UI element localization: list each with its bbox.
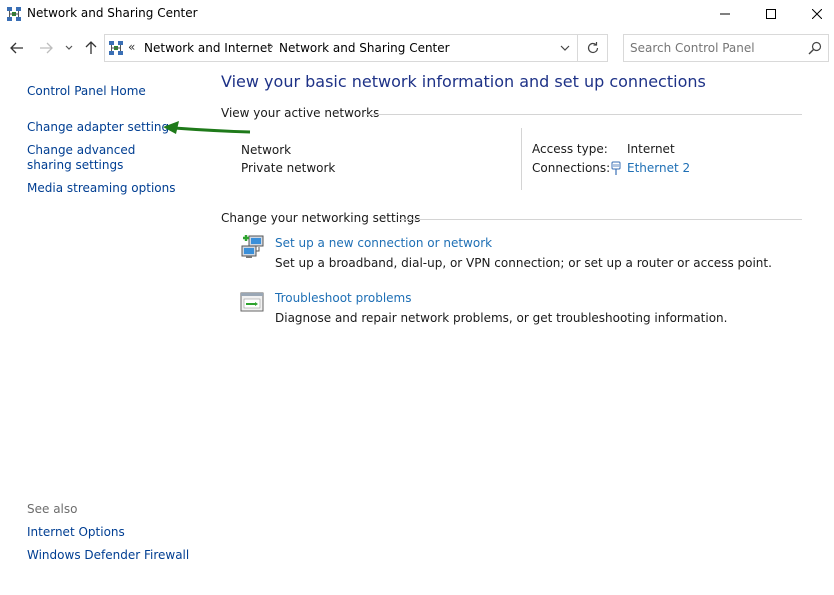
close-icon xyxy=(812,9,822,19)
troubleshoot-description: Diagnose and repair network problems, or… xyxy=(275,311,728,325)
network-name: Network xyxy=(241,143,292,157)
refresh-button[interactable] xyxy=(578,34,608,62)
refresh-icon xyxy=(587,42,598,54)
address-dropdown-button[interactable] xyxy=(553,35,577,61)
breadcrumb-separator[interactable]: › xyxy=(269,39,274,53)
title-bar: Network and Sharing Center xyxy=(0,0,834,28)
access-type-label: Access type: xyxy=(532,142,608,156)
section-divider xyxy=(400,219,802,220)
ethernet-connection-link[interactable]: Ethernet 2 xyxy=(627,161,690,175)
annotation-arrow xyxy=(163,121,251,134)
window-title: Network and Sharing Center xyxy=(27,6,198,20)
active-networks-heading: View your active networks xyxy=(221,106,380,120)
sidebar-link-media-streaming-options[interactable]: Media streaming options xyxy=(27,181,175,195)
arrow-left-icon xyxy=(10,42,23,54)
forward-button[interactable] xyxy=(35,36,57,60)
maximize-button[interactable] xyxy=(748,0,794,28)
sidebar-link-windows-defender-firewall[interactable]: Windows Defender Firewall xyxy=(27,548,189,562)
troubleshoot-link[interactable]: Troubleshoot problems xyxy=(275,291,411,305)
sidebar-link-change-adapter-settings[interactable]: Change adapter settings xyxy=(27,120,175,134)
section-divider xyxy=(366,114,802,115)
new-connection-icon xyxy=(241,235,264,258)
sidebar-link-control-panel-home[interactable]: Control Panel Home xyxy=(27,84,146,98)
setup-connection-link[interactable]: Set up a new connection or network xyxy=(275,236,492,250)
arrow-up-icon xyxy=(85,41,97,54)
connections-label: Connections: xyxy=(532,161,611,175)
search-icon[interactable] xyxy=(807,40,823,56)
breadcrumb-network-and-sharing-center[interactable]: Network and Sharing Center xyxy=(279,41,450,55)
arrow-right-icon xyxy=(40,42,53,54)
back-button[interactable] xyxy=(6,36,28,60)
network-type: Private network xyxy=(241,161,336,175)
page-title: View your basic network information and … xyxy=(221,72,706,91)
search-box[interactable] xyxy=(623,34,829,62)
ethernet-icon xyxy=(611,161,621,175)
breadcrumb-overflow[interactable]: « xyxy=(128,40,135,54)
network-icon xyxy=(7,7,21,21)
close-button[interactable] xyxy=(794,0,834,28)
search-input[interactable] xyxy=(630,40,800,56)
access-type-value: Internet xyxy=(627,142,675,156)
networking-settings-heading: Change your networking settings xyxy=(221,211,421,225)
chevron-down-icon xyxy=(560,45,570,51)
chevron-down-icon xyxy=(65,45,73,50)
minimize-button[interactable] xyxy=(702,0,748,28)
setup-connection-description: Set up a broadband, dial-up, or VPN conn… xyxy=(275,256,772,270)
sidebar-link-internet-options[interactable]: Internet Options xyxy=(27,525,125,539)
maximize-icon xyxy=(766,9,776,19)
recent-locations-button[interactable] xyxy=(62,36,76,60)
vertical-divider xyxy=(521,128,522,190)
up-button[interactable] xyxy=(80,36,102,60)
network-icon xyxy=(109,41,123,55)
breadcrumb-network-and-internet[interactable]: Network and Internet xyxy=(144,41,272,55)
address-bar[interactable]: « Network and Internet › Network and Sha… xyxy=(104,34,578,62)
see-also-label: See also xyxy=(27,502,78,516)
sidebar-link-change-advanced-sharing-settings[interactable]: Change advanced sharing settings xyxy=(27,143,177,173)
minimize-icon xyxy=(720,13,730,15)
troubleshoot-icon xyxy=(240,292,264,312)
